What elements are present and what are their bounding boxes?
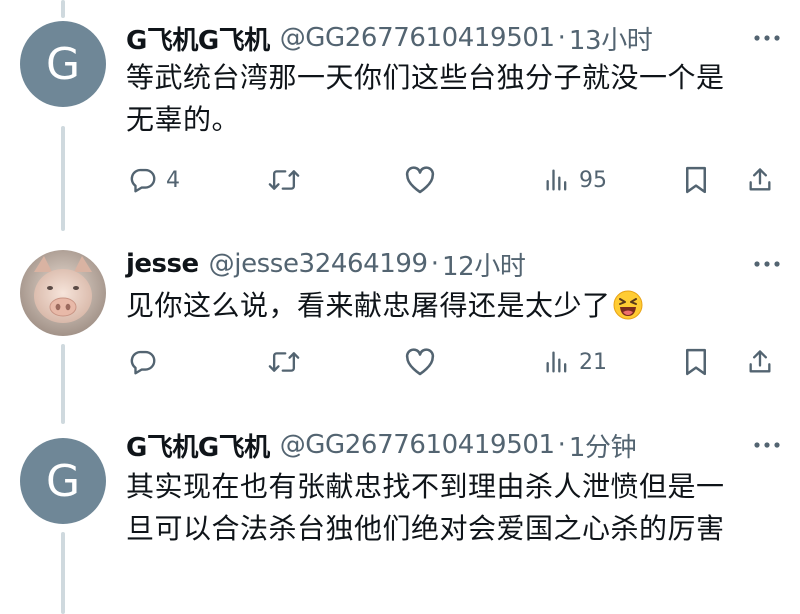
avatar[interactable]: G [20,438,106,524]
views-count: 21 [579,349,607,375]
display-name[interactable]: G飞机G飞机 [126,427,270,464]
user-handle[interactable]: @GG2677610419501 [280,430,555,460]
tweet-text: 其实现在也有张献忠找不到理由杀人泄愤但是一旦可以合法杀台独他们绝对会爱国之心杀的… [126,470,725,545]
tweet-text: 见你这么说，看来献忠屠得还是太少了 [126,285,752,327]
bookmark-button[interactable] [682,160,710,200]
retweet-button[interactable] [268,342,300,382]
timestamp[interactable]: 12小时 [442,246,526,283]
tweet-header: G飞机G飞机 @GG2677610419501 · 1分钟 [126,427,780,463]
avatar-letter: G [45,455,81,507]
timestamp[interactable]: 1分钟 [569,427,637,464]
reply-count: 4 [166,167,180,193]
share-button[interactable] [746,160,774,200]
like-button[interactable] [404,342,436,382]
views-count: 95 [579,167,607,193]
share-button[interactable] [746,342,774,382]
laughing-emoji-icon [613,290,643,320]
timestamp[interactable]: 13小时 [569,20,653,57]
bookmark-icon [682,347,710,377]
views-button[interactable]: 21 [543,342,607,382]
share-icon [746,347,774,377]
separator-dot: · [430,249,439,279]
thread-line [61,0,65,18]
bookmark-button[interactable] [682,342,710,382]
more-options-icon[interactable] [754,246,780,282]
more-options-icon[interactable] [754,20,780,56]
reply-button[interactable] [128,342,166,382]
thread-line [61,344,65,424]
views-button[interactable]: 95 [543,160,607,200]
share-icon [746,165,774,195]
heart-icon [404,165,436,195]
tweet-text: 等武统台湾那一天你们这些台独分子就没一个是无辜的。 [126,61,725,136]
reply-button[interactable]: 4 [128,160,180,200]
display-name[interactable]: jesse [126,249,199,279]
reply-icon [128,165,158,195]
tweet-actions: 21 [126,342,780,382]
like-button[interactable] [404,160,436,200]
display-name[interactable]: G飞机G飞机 [126,20,270,57]
retweet-button[interactable] [268,160,300,200]
thread-line [61,532,65,614]
reply-icon [128,347,158,377]
tweet-header: jesse @jesse32464199 · 12小时 [126,246,780,282]
views-icon [543,348,571,376]
avatar[interactable] [20,250,106,336]
tweet-actions: 4 95 [126,160,780,200]
pig-avatar-image [20,250,106,336]
user-handle[interactable]: @jesse32464199 [209,249,428,279]
user-handle[interactable]: @GG2677610419501 [280,23,555,53]
retweet-icon [268,347,300,377]
tweet-text-content: 见你这么说，看来献忠屠得还是太少了 [126,289,611,322]
thread-line [61,126,65,231]
bookmark-icon [682,165,710,195]
avatar-letter: G [45,38,81,90]
separator-dot: · [557,430,566,460]
heart-icon [404,347,436,377]
avatar[interactable]: G [20,21,106,107]
retweet-icon [268,165,300,195]
separator-dot: · [557,23,566,53]
tweet-header: G飞机G飞机 @GG2677610419501 · 13小时 [126,20,780,56]
views-icon [543,166,571,194]
more-options-icon[interactable] [754,427,780,463]
